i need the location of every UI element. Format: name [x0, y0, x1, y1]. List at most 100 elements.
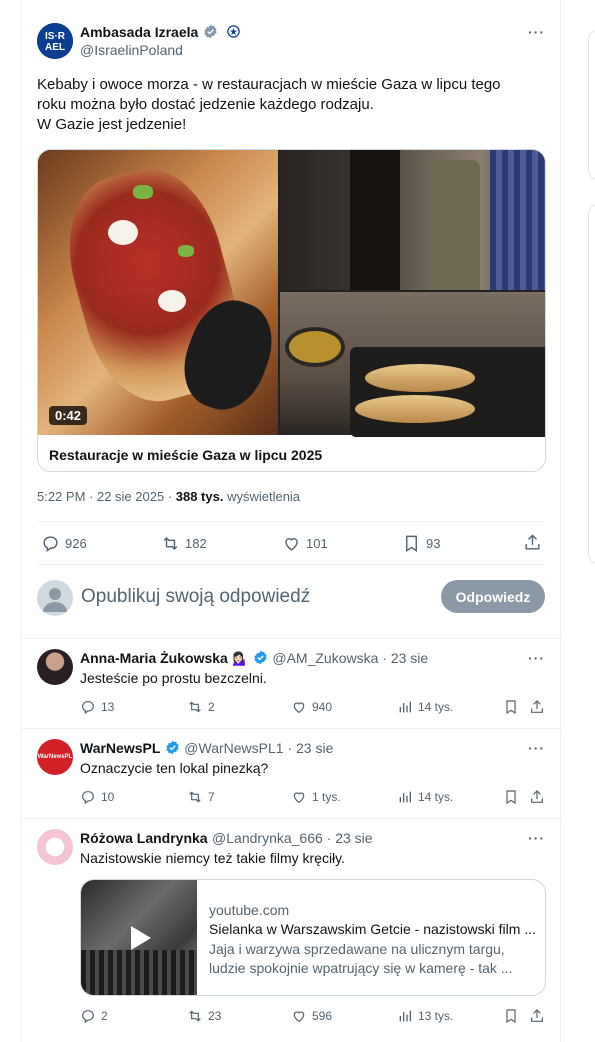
reply-avatar[interactable]: WarNewsPL	[37, 739, 73, 775]
link-description: Jaja i warzywa sprzedawane na ulicznym t…	[209, 940, 539, 978]
share-button[interactable]	[529, 1008, 545, 1024]
repost-count: 7	[208, 790, 215, 804]
more-options-icon[interactable]: ···	[528, 650, 545, 666]
video-media-card[interactable]: 0:42 Restauracje w mieście Gaza w lipcu …	[37, 149, 546, 472]
link-preview-card[interactable]: youtube.com Sielanka w Warszawskim Getci…	[80, 879, 546, 996]
link-domain: youtube.com	[209, 902, 290, 918]
reply-count: 926	[65, 536, 87, 551]
repost-button[interactable]: 23	[187, 1008, 221, 1024]
views-label: wyświetlenia	[223, 489, 301, 504]
default-avatar-icon	[43, 588, 67, 612]
government-emblem-icon	[227, 25, 240, 38]
bookmark-icon	[506, 700, 516, 715]
reply-avatar[interactable]	[37, 649, 73, 685]
views-count: 13 tys.	[418, 1009, 454, 1023]
repost-icon	[189, 701, 201, 713]
israel-logo-icon: IS·R AEL	[37, 23, 73, 59]
reply-author-name[interactable]: Anna-Maria Żukowska	[80, 650, 228, 666]
link-title: Sielanka w Warszawskim Getcie - nazistow…	[209, 921, 536, 937]
link-description-line: Jaja i warzywa sprzedawane na ulicznym t…	[209, 941, 505, 957]
link-description-line: ludzie spokojnie wpatrujący się w kamerę…	[209, 960, 513, 976]
reply-icon	[82, 1010, 94, 1024]
heart-icon	[293, 792, 305, 804]
like-button[interactable]: 101	[282, 534, 328, 553]
current-user-avatar[interactable]	[37, 580, 73, 616]
views-button[interactable]: 14 tys.	[397, 789, 453, 805]
views-count: 388 tys.	[175, 489, 224, 504]
video-pizza-image	[38, 150, 285, 435]
reply-count: 10	[101, 790, 115, 804]
views-button[interactable]: 14 tys.	[397, 699, 453, 715]
more-options-icon[interactable]: ···	[528, 24, 545, 40]
views-button[interactable]: 13 tys.	[397, 1008, 453, 1024]
divider	[22, 728, 562, 729]
more-options-icon[interactable]: ···	[528, 740, 545, 756]
repost-icon	[189, 1010, 201, 1022]
reply-author-emoji: 💁🏻‍♀️	[232, 651, 249, 666]
bookmark-icon	[406, 535, 417, 552]
author-name[interactable]: Ambasada Izraela	[80, 24, 198, 40]
like-count: 101	[306, 536, 328, 551]
repost-button[interactable]: 2	[187, 699, 215, 715]
like-count: 1 tys.	[312, 790, 341, 804]
like-button[interactable]: 596	[291, 1008, 332, 1024]
share-button[interactable]	[523, 533, 542, 552]
reply-submit-button[interactable]: Odpowiedz	[441, 580, 545, 613]
reply-text: Oznaczycie ten lokal pinezką?	[80, 760, 269, 776]
share-button[interactable]	[529, 789, 545, 805]
heart-icon	[293, 702, 305, 714]
post-text-line: roku można było dostać jedzenie każdego …	[37, 96, 374, 113]
repost-button[interactable]: 7	[187, 789, 215, 805]
reply-count: 2	[101, 1009, 108, 1023]
reply-author-handle[interactable]: @Landrynka_666 · 23 sie	[212, 830, 373, 846]
timeline-column: IS·R AEL Ambasada Izraela @IsraelinPolan…	[21, 0, 562, 1042]
views-chart-icon	[399, 791, 411, 803]
share-button[interactable]	[529, 699, 545, 715]
bookmark-button[interactable]	[503, 1008, 519, 1024]
reply-button[interactable]: 13	[80, 699, 114, 715]
reply-author-handle[interactable]: @AM_Zukowska · 23 sie	[272, 650, 428, 666]
views-count: 14 tys.	[418, 700, 454, 714]
views-chart-icon	[399, 1010, 411, 1022]
share-icon	[531, 1009, 543, 1022]
media-caption[interactable]: Restauracje w mieście Gaza w lipcu 2025	[49, 447, 322, 463]
repost-count: 23	[208, 1009, 222, 1023]
video-bread-image	[280, 292, 545, 437]
reply-button[interactable]: 926	[41, 534, 87, 553]
post-text-line: W Gazie jest jedzenie!	[37, 116, 187, 133]
verified-badge-icon	[254, 650, 267, 665]
bookmark-button[interactable]: 93	[402, 534, 440, 553]
reply-text: Nazistowskie niemcy też takie filmy kręc…	[80, 850, 346, 866]
author-avatar[interactable]: IS·R AEL	[37, 23, 73, 59]
reply-button[interactable]: 2	[80, 1008, 108, 1024]
bookmark-button[interactable]	[503, 699, 519, 715]
reply-text: Jesteście po prostu bezczelni.	[80, 670, 267, 686]
repost-icon	[189, 791, 201, 803]
more-options-icon[interactable]: ···	[528, 830, 545, 846]
like-button[interactable]: 1 tys.	[291, 789, 341, 805]
post-timestamp[interactable]: 5:22 PM · 22 sie 2025 ·	[37, 489, 176, 504]
share-icon	[531, 700, 543, 713]
reply-avatar[interactable]	[37, 829, 73, 865]
video-frame[interactable]: 0:42	[38, 150, 545, 437]
like-count: 596	[312, 1009, 333, 1023]
reply-button[interactable]: 10	[80, 789, 114, 805]
video-duration-badge: 0:42	[49, 406, 88, 425]
author-handle[interactable]: @IsraelinPoland	[80, 42, 183, 58]
share-icon	[525, 534, 540, 550]
right-sidebar-panel-top	[588, 30, 595, 180]
repost-button[interactable]: 182	[161, 534, 207, 553]
reply-icon	[82, 791, 94, 805]
reply-input[interactable]: Opublikuj swoją odpowiedź	[81, 586, 310, 608]
right-sidebar-panel-bottom	[588, 204, 595, 564]
reply-icon	[82, 701, 94, 715]
reply-author-name[interactable]: Różowa Landrynka	[80, 830, 208, 846]
reply-author-handle[interactable]: @WarNewsPL1 · 23 sie	[184, 740, 333, 756]
play-icon	[131, 926, 151, 950]
bookmark-button[interactable]	[503, 789, 519, 805]
bookmark-icon	[506, 1009, 516, 1024]
divider	[37, 521, 545, 522]
repost-icon	[163, 536, 178, 551]
like-button[interactable]: 940	[291, 699, 332, 715]
reply-author-name[interactable]: WarNewsPL	[80, 740, 160, 756]
